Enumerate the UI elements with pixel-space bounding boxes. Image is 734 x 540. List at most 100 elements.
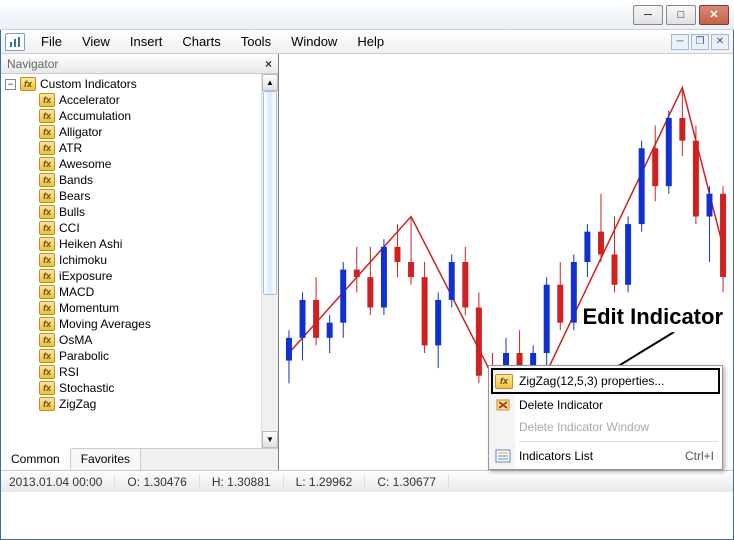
tree-item[interactable]: fx Ichimoku [1,252,261,268]
indicator-icon: fx [39,285,55,299]
menu-insert[interactable]: Insert [120,31,173,52]
ctx-delete-window: Delete Indicator Window [491,416,720,438]
indicator-icon: fx [39,189,55,203]
tree-item[interactable]: fx Heiken Ashi [1,236,261,252]
scroll-down-button[interactable]: ▼ [262,431,278,448]
indicator-icon: fx [39,269,55,283]
tree-item[interactable]: fx Awesome [1,156,261,172]
tree-item[interactable]: fxRSI [1,364,261,380]
menu-window[interactable]: Window [281,31,347,52]
status-high: H: 1.30881 [200,475,284,489]
menu-tools[interactable]: Tools [231,31,281,52]
menu-view[interactable]: View [72,31,120,52]
tree-item-label: Accumulation [59,109,131,123]
indicator-icon: fx [39,381,55,395]
status-open: O: 1.30476 [115,475,199,489]
ctx-properties[interactable]: fx ZigZag(12,5,3) properties... [491,368,720,394]
navigator-header: Navigator × [1,54,278,74]
navigator-title: Navigator [7,57,58,71]
context-menu-separator [519,441,718,442]
indicator-icon: fx [39,253,55,267]
indicator-icon: fx [495,374,513,389]
indicator-icon: fx [39,237,55,251]
tree-item-label: Heiken Ashi [59,237,122,251]
navigator-close-icon[interactable]: × [265,57,272,71]
tree-item[interactable]: fxZigZag [1,396,261,412]
ctx-delete-indicator-label: Delete Indicator [519,398,603,412]
indicator-icon: fx [39,397,55,411]
indicator-icon: fx [39,301,55,315]
inner-close-button[interactable]: ✕ [711,34,729,50]
tree-item[interactable]: fx Bulls [1,204,261,220]
tree-item[interactable]: fxStochastic [1,380,261,396]
app-icon[interactable] [5,33,25,51]
tree-item-label: Moving Averages [59,317,151,331]
indicator-context-menu: fx ZigZag(12,5,3) properties... Delete I… [488,365,723,470]
tree-item-label: Accelerator [59,93,120,107]
tree-item-label: Bands [59,173,93,187]
status-date: 2013.01.04 00:00 [9,475,115,489]
tree-item-label: RSI [59,365,79,379]
scroll-thumb[interactable] [263,91,277,295]
tree-collapse-icon[interactable]: − [5,79,16,90]
tab-favorites[interactable]: Favorites [71,449,141,470]
navigator-panel: Navigator × − fx Custom Indicators fxAcc… [1,54,279,470]
navigator-scrollbar[interactable]: ▲ ▼ [261,74,278,448]
chart-area[interactable]: Edit Indicator fx ZigZag(12,5,3) propert… [279,54,733,470]
maximize-button[interactable]: □ [666,5,696,25]
indicator-icon: fx [39,317,55,331]
indicator-icon: fx [39,125,55,139]
tree-item-label: Momentum [59,301,119,315]
menu-file[interactable]: File [31,31,72,52]
indicator-icon: fx [39,349,55,363]
tree-item[interactable]: fxiExposure [1,268,261,284]
indicator-icon: fx [39,333,55,347]
tree-item[interactable]: fx Alligator [1,124,261,140]
tree-item[interactable]: fx CCI [1,220,261,236]
ctx-indicators-list[interactable]: Indicators List Ctrl+I [491,445,720,467]
minimize-button[interactable]: ─ [633,5,663,25]
tree-item-label: Awesome [59,157,111,171]
blank-icon [493,419,513,435]
navigator-tree: − fx Custom Indicators fxAcceleratorfxAc… [1,74,261,448]
ctx-properties-label: ZigZag(12,5,3) properties... [519,374,664,388]
indicator-icon: fx [39,141,55,155]
menu-bar: File View Insert Charts Tools Window Hel… [1,30,733,54]
tree-item-label: Bears [59,189,90,203]
ctx-delete-indicator[interactable]: Delete Indicator [491,394,720,416]
indicator-icon: fx [39,157,55,171]
scroll-up-button[interactable]: ▲ [262,74,278,91]
indicator-icon: fx [39,221,55,235]
tree-item[interactable]: fx OsMA [1,332,261,348]
indicator-icon: fx [39,173,55,187]
tree-item[interactable]: fx Moving Averages [1,316,261,332]
close-button[interactable]: ✕ [699,5,729,25]
tree-item-label: ATR [59,141,82,155]
tree-item-label: Bulls [59,205,85,219]
status-bar: 2013.01.04 00:00 O: 1.30476 H: 1.30881 L… [1,470,733,492]
tree-item-label: CCI [59,221,80,235]
tree-item-label: OsMA [59,333,92,347]
tree-root-custom-indicators[interactable]: − fx Custom Indicators [1,76,261,92]
tree-item-label: Parabolic [59,349,109,363]
tree-item[interactable]: fxMACD [1,284,261,300]
tab-common[interactable]: Common [1,448,71,470]
indicator-icon: fx [39,93,55,107]
edit-indicator-annotation: Edit Indicator [582,304,723,330]
inner-restore-button[interactable]: ❐ [691,34,709,50]
status-low: L: 1.29962 [284,475,366,489]
tree-item[interactable]: fx Parabolic [1,348,261,364]
inner-minimize-button[interactable]: ─ [671,34,689,50]
tree-item[interactable]: fx Momentum [1,300,261,316]
menu-charts[interactable]: Charts [172,31,230,52]
tree-item[interactable]: fx Accelerator [1,92,261,108]
tree-item[interactable]: fx ATR [1,140,261,156]
menu-help[interactable]: Help [347,31,394,52]
ctx-indicators-list-label: Indicators List [519,449,593,463]
indicator-icon: fx [39,205,55,219]
tree-item[interactable]: fx Bands [1,172,261,188]
tree-item[interactable]: fx Bears [1,188,261,204]
tree-item-label: Ichimoku [59,253,107,267]
tree-item-label: Alligator [59,125,102,139]
tree-item[interactable]: fxAccumulation [1,108,261,124]
